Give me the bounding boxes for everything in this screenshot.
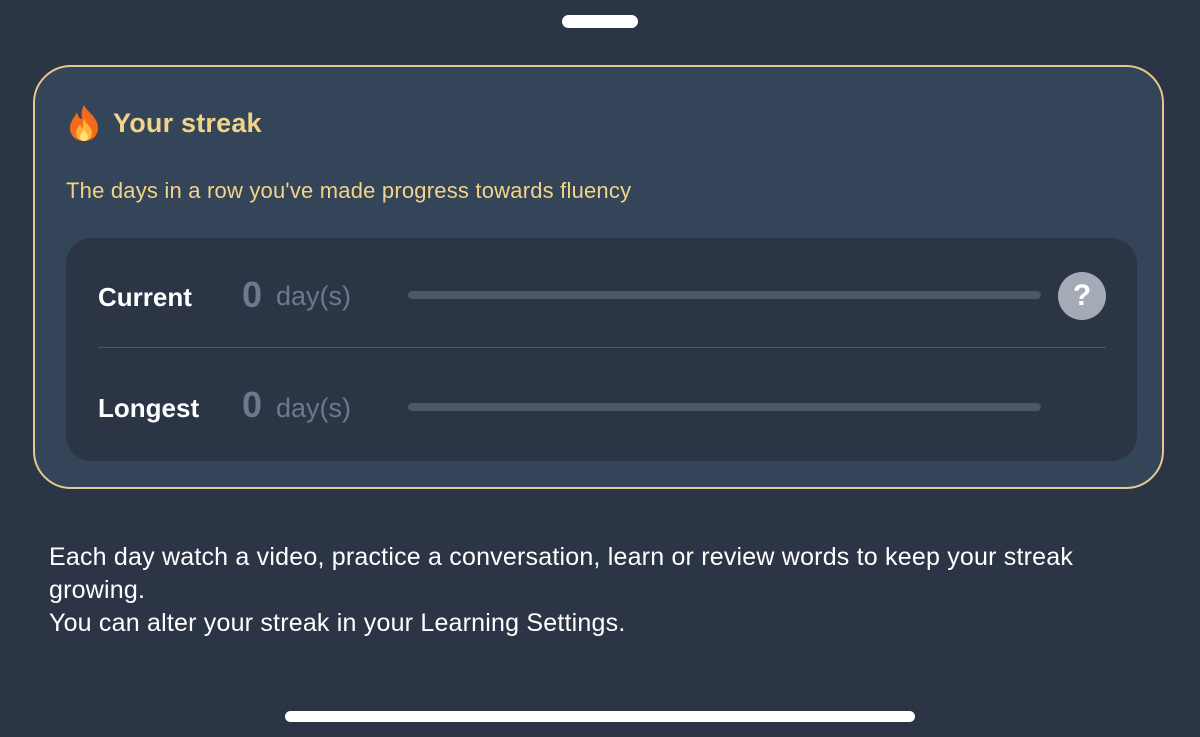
current-streak-label: Current xyxy=(98,282,192,312)
streak-info-line-1: Each day watch a video, practice a conve… xyxy=(49,543,1074,604)
streak-sheet: Your streak The days in a row you've mad… xyxy=(0,0,1200,737)
streak-title: Your streak xyxy=(113,107,262,138)
current-streak-unit: day(s) xyxy=(276,281,352,311)
streak-subtitle: The days in a row you've made progress t… xyxy=(66,178,632,203)
home-indicator xyxy=(285,711,915,722)
streak-help-button[interactable]: ? xyxy=(1058,272,1106,320)
current-streak-progress-bar xyxy=(408,291,1041,299)
stats-divider xyxy=(98,347,1106,348)
longest-streak-value: 0 xyxy=(242,384,263,425)
streak-card-header: Your streak xyxy=(67,103,262,143)
streak-stats-panel: Current 0 day(s) ? Longest 0 day(s) xyxy=(66,238,1137,461)
longest-streak-progress-bar xyxy=(408,403,1041,411)
longest-streak-row: Longest 0 day(s) xyxy=(66,350,1137,460)
streak-info-line-2: You can alter your streak in your Learni… xyxy=(49,609,626,637)
streak-info-text: Each day watch a video, practice a conve… xyxy=(49,541,1169,640)
longest-streak-label: Longest xyxy=(98,393,200,423)
longest-streak-unit: day(s) xyxy=(276,393,352,423)
streak-card: Your streak The days in a row you've mad… xyxy=(33,65,1164,489)
current-streak-value: 0 xyxy=(242,274,263,315)
current-streak-row: Current 0 day(s) ? xyxy=(66,238,1137,348)
fire-icon xyxy=(70,105,98,141)
sheet-grabber[interactable] xyxy=(562,15,638,28)
